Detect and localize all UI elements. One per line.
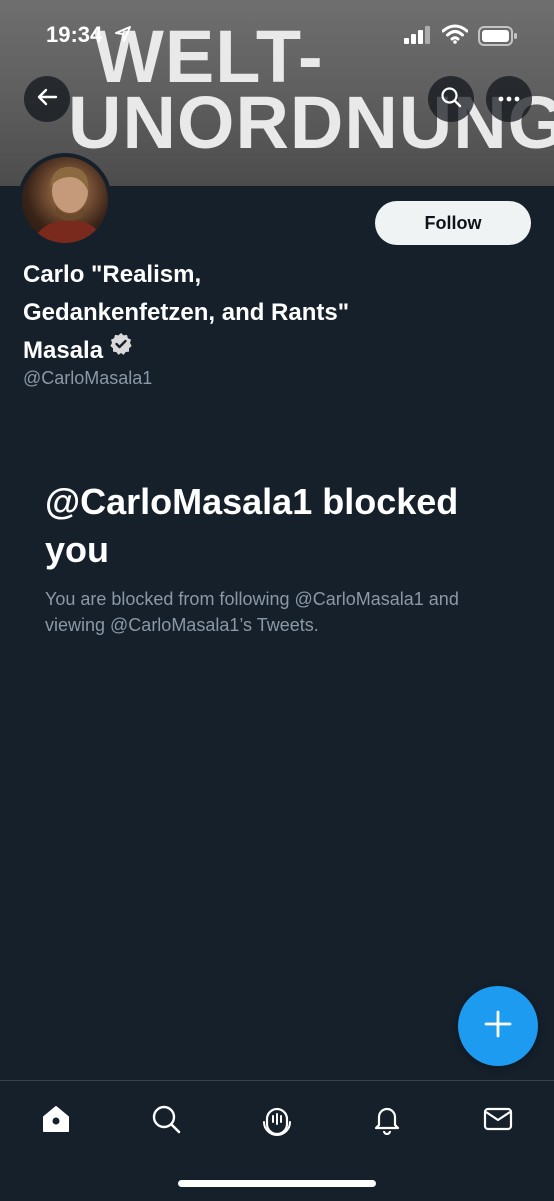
more-horizontal-icon — [498, 90, 520, 108]
mail-icon — [482, 1103, 514, 1140]
banner-line-2: UNORDNUNG — [68, 81, 554, 164]
back-button[interactable] — [24, 76, 70, 122]
battery-icon — [478, 26, 518, 51]
search-icon — [440, 86, 462, 113]
blocked-description: You are blocked from following @CarloMas… — [45, 589, 459, 635]
status-bar: 19:34 — [0, 0, 554, 72]
search-button[interactable] — [428, 76, 474, 122]
status-time: 19:34 — [46, 22, 103, 47]
compose-tweet-button[interactable] — [458, 986, 538, 1066]
home-icon — [40, 1103, 72, 1140]
spaces-icon — [260, 1102, 294, 1141]
tab-search[interactable] — [146, 1101, 186, 1141]
verified-badge-icon[interactable] — [109, 330, 133, 368]
more-options-button[interactable] — [486, 76, 532, 122]
search-icon — [150, 1103, 182, 1140]
tab-home[interactable] — [36, 1101, 76, 1141]
plus-icon — [483, 1009, 513, 1044]
display-name-line-3-wrapper: Masala — [23, 332, 523, 371]
blocked-heading: @CarloMasala1 blocked you — [45, 481, 459, 570]
display-name-line-3: Masala — [23, 337, 104, 364]
tab-notifications[interactable] — [367, 1101, 407, 1141]
display-name-line-2: Gedankenfetzen, and Rants" — [23, 299, 350, 326]
avatar-image — [22, 157, 108, 243]
home-indicator[interactable] — [178, 1180, 376, 1187]
profile-display-name: Carlo "Realism, Gedankenfetzen, and Rant… — [23, 256, 523, 371]
display-name-line-1: Carlo "Realism, — [23, 261, 202, 288]
follow-button[interactable]: Follow — [375, 201, 531, 245]
cellular-signal-icon — [404, 26, 432, 49]
tab-messages[interactable] — [478, 1101, 518, 1141]
tab-spaces[interactable] — [257, 1101, 297, 1141]
profile-avatar[interactable] — [18, 153, 112, 247]
wifi-icon — [441, 24, 469, 49]
profile-handle: @CarloMasala1 — [23, 368, 153, 388]
location-arrow-icon — [115, 26, 131, 47]
bell-icon — [371, 1103, 403, 1140]
arrow-left-icon — [36, 86, 58, 113]
